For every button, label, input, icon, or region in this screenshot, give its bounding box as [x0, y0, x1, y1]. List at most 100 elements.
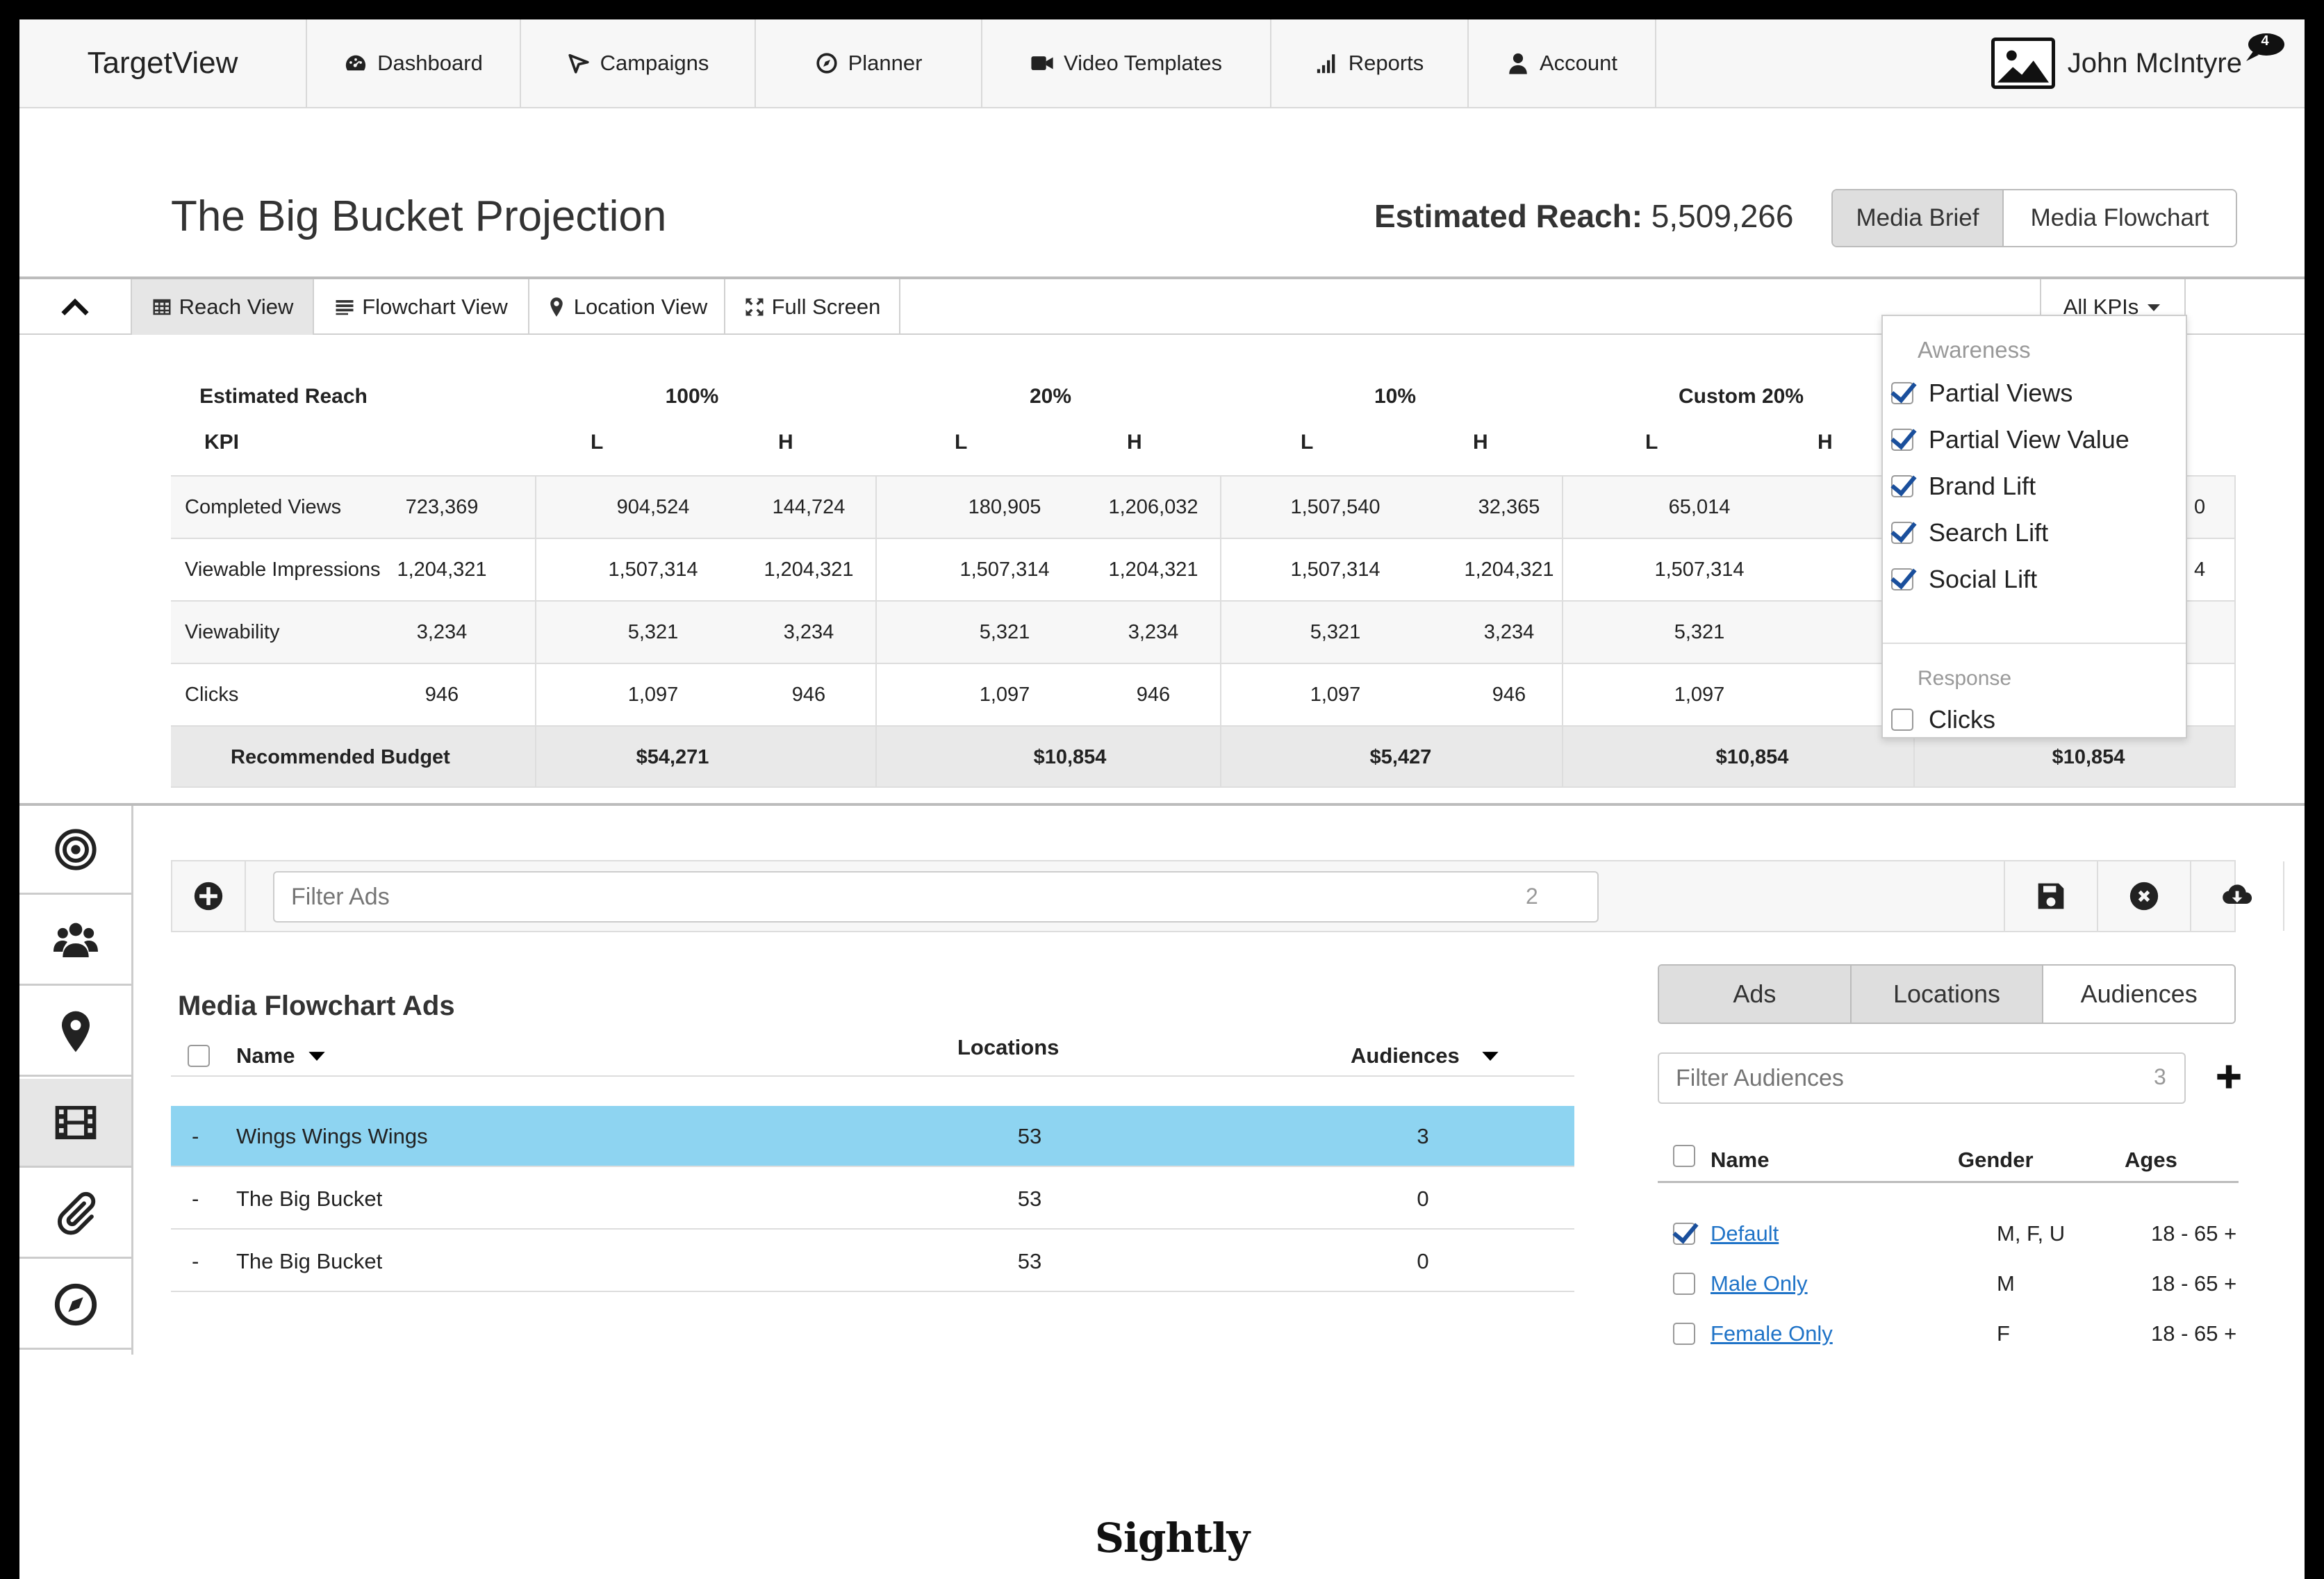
toolbar-divider: [245, 861, 246, 931]
low-header: L: [955, 431, 968, 454]
awareness-heading: Awareness: [1918, 337, 2031, 363]
nav-label: Reports: [1348, 51, 1424, 75]
filter-audiences-count: 3: [2154, 1064, 2166, 1089]
nav-label: Account: [1539, 51, 1617, 75]
media-brief-button[interactable]: Media Brief: [1833, 190, 2004, 246]
sidebar-item-audiences[interactable]: [19, 897, 131, 986]
kpi-option-clicks[interactable]: Clicks: [1891, 705, 1995, 734]
kpi-option[interactable]: Partial View Value: [1891, 425, 2129, 454]
checkbox[interactable]: [1673, 1323, 1695, 1345]
list-item: Male Only M 18 - 65 +: [1658, 1267, 2239, 1306]
kpi-option[interactable]: Partial Views: [1891, 379, 2072, 408]
campaigns-icon: [568, 53, 589, 74]
kpi-value: 946: [791, 684, 826, 706]
table-row[interactable]: - The Big Bucket 53 0: [171, 1231, 1574, 1292]
kpi-option[interactable]: Social Lift: [1891, 565, 2037, 594]
add-audience-button[interactable]: [2215, 1063, 2243, 1091]
header-toggle: Media Brief Media Flowchart: [1831, 189, 2237, 247]
row-toggle[interactable]: -: [192, 1124, 199, 1149]
checkbox[interactable]: [1891, 382, 1913, 404]
users-icon: [53, 923, 98, 957]
filter-audiences-input[interactable]: [1658, 1052, 2186, 1104]
kpi-value: 5,321: [1310, 621, 1361, 643]
row-toggle[interactable]: -: [192, 1249, 199, 1274]
notification-badge[interactable]: 4: [2245, 32, 2285, 63]
ad-audiences: 3: [1417, 1124, 1429, 1148]
checkbox[interactable]: [1891, 568, 1913, 590]
audience-name-link[interactable]: Default: [1711, 1221, 1779, 1246]
tab-locations[interactable]: Locations: [1851, 966, 2044, 1023]
nav-reports[interactable]: Reports: [1271, 19, 1469, 107]
select-all-audiences-checkbox[interactable]: [1673, 1145, 1695, 1167]
tab-flowchart-view[interactable]: Flowchart View: [314, 279, 529, 335]
back-button[interactable]: [2283, 861, 2305, 931]
filter-ads-input[interactable]: [273, 871, 1599, 923]
checkbox[interactable]: [1673, 1223, 1695, 1245]
tab-reach-view[interactable]: Reach View: [132, 279, 314, 335]
kpi-value: 1,206,032: [1108, 496, 1198, 518]
kpi-value: 180,905: [968, 496, 1041, 518]
checkbox[interactable]: [1891, 522, 1913, 544]
sidebar-item-locations[interactable]: [19, 988, 131, 1077]
tab-audiences[interactable]: Audiences: [2043, 966, 2234, 1023]
save-button[interactable]: [2004, 861, 2097, 931]
low-header: L: [1301, 431, 1314, 454]
group-header: 20%: [1029, 385, 1072, 408]
brand-logo[interactable]: TargetView: [19, 19, 307, 107]
kpi-value-partial: 0: [2194, 496, 2206, 518]
nav-dashboard[interactable]: Dashboard: [307, 19, 521, 107]
tab-location-view[interactable]: Location View: [529, 279, 725, 335]
checkbox[interactable]: [1891, 709, 1913, 731]
table-row[interactable]: - The Big Bucket 53 0: [171, 1168, 1574, 1230]
ad-audiences: 0: [1417, 1249, 1429, 1273]
audience-name-link[interactable]: Female Only: [1711, 1321, 1833, 1346]
table-row[interactable]: - Wings Wings Wings 53 3: [171, 1106, 1574, 1167]
map-marker-icon: [61, 1011, 90, 1052]
column-divider: [535, 475, 536, 788]
low-header: L: [591, 431, 604, 454]
audience-gender-header: Gender: [1958, 1148, 2034, 1172]
plus-icon: [2217, 1065, 2241, 1089]
high-header: H: [778, 431, 793, 454]
collapse-button[interactable]: [19, 279, 132, 335]
sidebar-item-attachments[interactable]: [19, 1170, 131, 1259]
caret-down-icon: [308, 1052, 326, 1061]
audiences-column-header[interactable]: Audiences: [1351, 1043, 1500, 1068]
ad-locations: 53: [1017, 1187, 1042, 1211]
checkbox[interactable]: [1891, 429, 1913, 451]
nav-campaigns[interactable]: Campaigns: [521, 19, 756, 107]
checkbox[interactable]: [1673, 1273, 1695, 1295]
sidebar-item-targets[interactable]: [19, 806, 131, 895]
nav-planner[interactable]: Planner: [756, 19, 982, 107]
audience-name-link[interactable]: Male Only: [1711, 1271, 1808, 1296]
app-frame: TargetView Dashboard Campaigns Planner V…: [19, 19, 2305, 1579]
user-menu[interactable]: John McIntyre 4: [1991, 19, 2284, 107]
sidebar-item-ads[interactable]: [19, 1079, 131, 1168]
chevron-up-icon: [61, 298, 89, 315]
remove-button[interactable]: [2097, 861, 2190, 931]
ad-name: The Big Bucket: [236, 1187, 383, 1211]
nav-account[interactable]: Account: [1469, 19, 1656, 107]
checkbox[interactable]: [1891, 475, 1913, 497]
tab-ads[interactable]: Ads: [1659, 966, 1852, 1023]
kpi-value: 65,014: [1668, 496, 1731, 518]
kpi-option[interactable]: Brand Lift: [1891, 472, 2036, 501]
sidebar-item-planner[interactable]: [19, 1261, 131, 1350]
table-header-divider: [171, 1075, 1574, 1077]
tab-label: Flowchart View: [362, 295, 508, 319]
nav-video-templates[interactable]: Video Templates: [982, 19, 1271, 107]
option-label: Brand Lift: [1929, 472, 2036, 500]
kpi-value: 3,234: [783, 621, 834, 643]
download-button[interactable]: [2190, 861, 2283, 931]
audience-header-divider: [1658, 1181, 2239, 1183]
group-header: Custom 20%: [1678, 385, 1804, 408]
kpi-value: 1,507,314: [1290, 559, 1381, 581]
row-toggle[interactable]: -: [192, 1187, 199, 1212]
name-column-header[interactable]: Name: [236, 1043, 327, 1068]
audience-ages: 18 - 65 +: [2151, 1321, 2237, 1346]
media-flowchart-button[interactable]: Media Flowchart: [2004, 190, 2236, 246]
tab-full-screen[interactable]: Full Screen: [725, 279, 900, 335]
add-ad-button[interactable]: [172, 861, 245, 931]
select-all-ads-checkbox[interactable]: [188, 1045, 210, 1067]
kpi-option[interactable]: Search Lift: [1891, 518, 2048, 547]
